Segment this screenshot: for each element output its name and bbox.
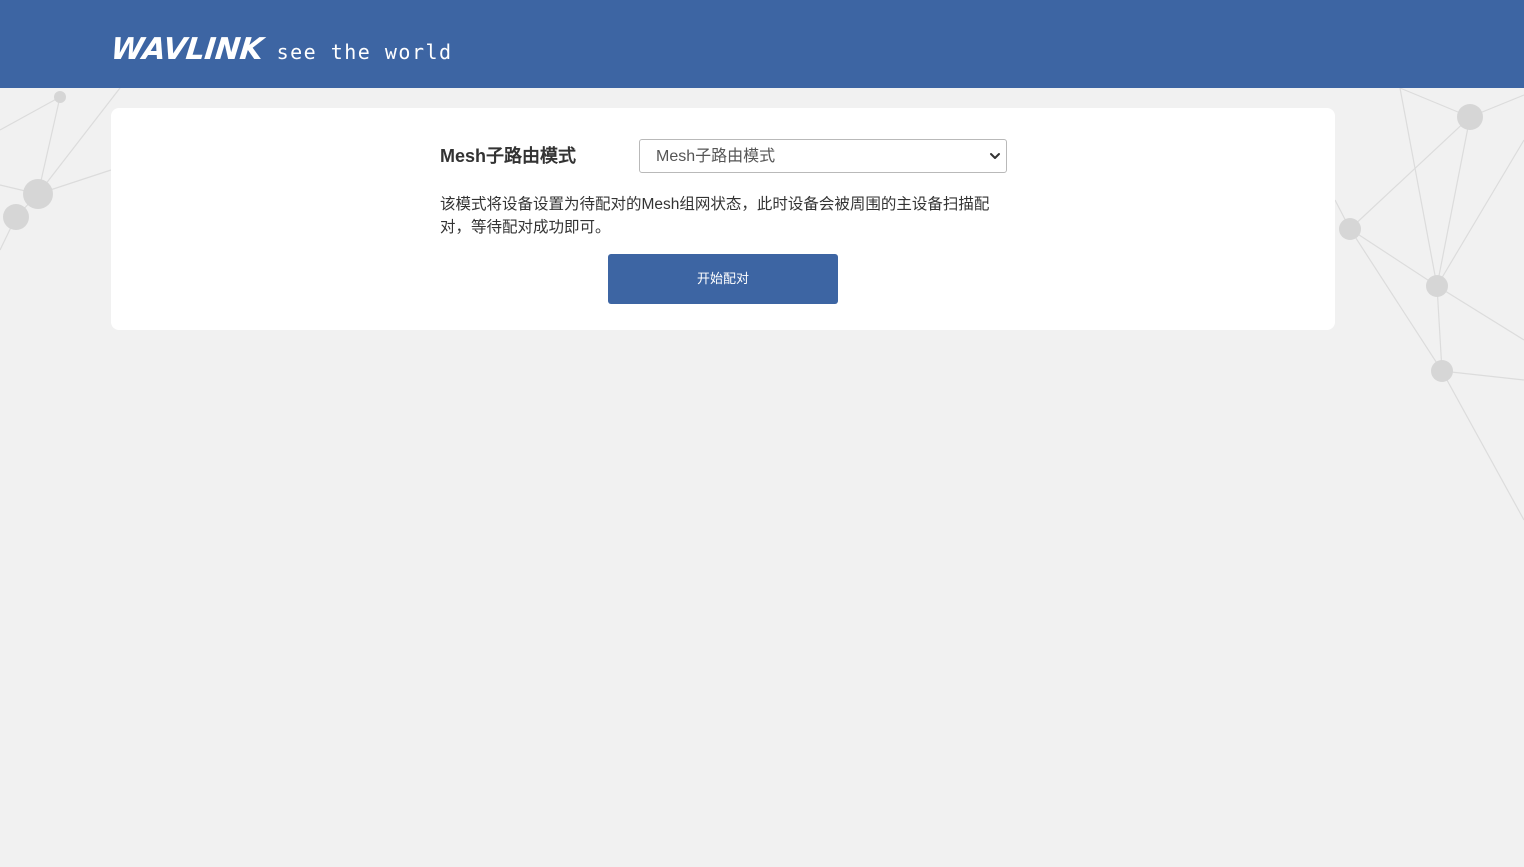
start-pairing-button[interactable]: 开始配对 bbox=[608, 254, 838, 304]
mesh-mode-selected-value: Mesh子路由模式 bbox=[656, 148, 776, 165]
brand-tagline: see the world bbox=[276, 40, 453, 64]
chevron-down-icon bbox=[990, 153, 1000, 159]
top-header-bar: WAVLINK see the world bbox=[0, 0, 1524, 88]
mesh-mode-label: Mesh子路由模式 bbox=[440, 146, 577, 166]
page: WAVLINK see the world Mesh子路由模式 Mesh子路由模… bbox=[0, 0, 1524, 867]
mode-description: 该模式将设备设置为待配对的Mesh组网状态，此时设备会被周围的主设备扫描配对，等… bbox=[440, 196, 990, 236]
mode-form-row: Mesh子路由模式 Mesh子路由模式 bbox=[440, 139, 1008, 173]
brand-name: WAVLINK bbox=[109, 32, 265, 67]
wavlink-logo[interactable]: WAVLINK see the world bbox=[109, 27, 453, 67]
mesh-mode-select[interactable]: Mesh子路由模式 bbox=[639, 139, 1007, 173]
mesh-settings-card: Mesh子路由模式 Mesh子路由模式 该模式将设备设置为待配对的Mesh组网状… bbox=[111, 108, 1335, 330]
